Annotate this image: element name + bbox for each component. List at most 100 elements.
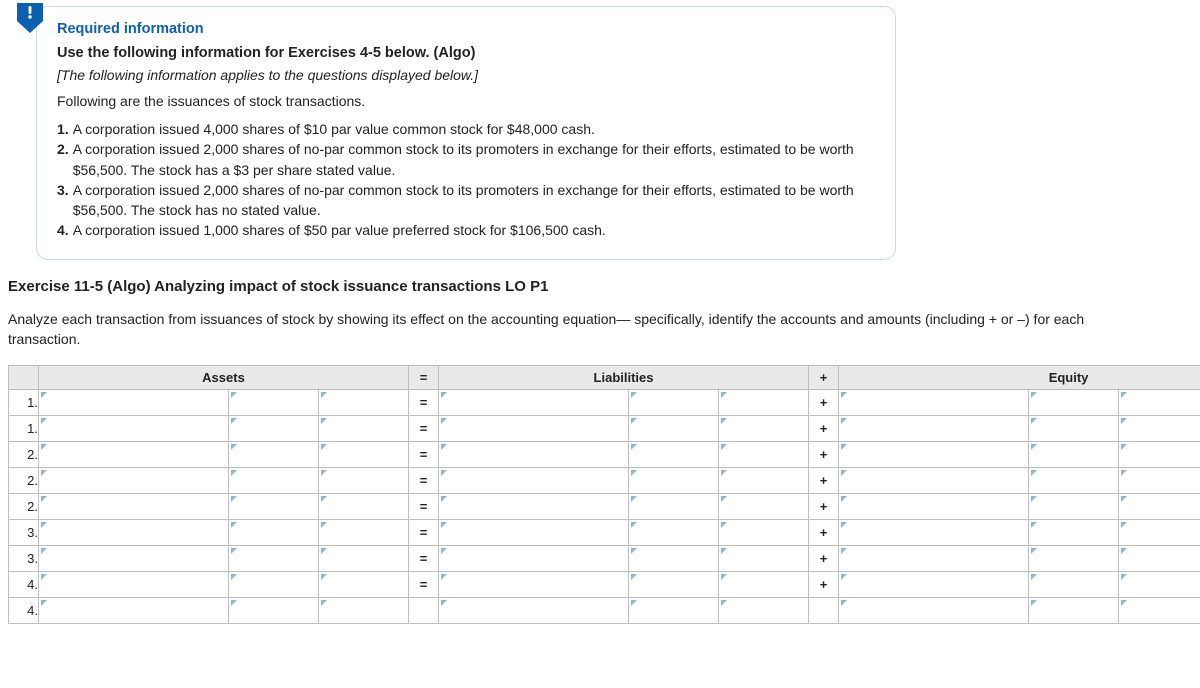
account-dropdown-cell[interactable]: [839, 546, 1029, 572]
account-dropdown-cell[interactable]: [839, 494, 1029, 520]
amount-input-cell[interactable]: [629, 598, 719, 624]
account-dropdown-cell[interactable]: [839, 520, 1029, 546]
account-dropdown-cell[interactable]: [439, 390, 629, 416]
cell-indicator-icon: [841, 574, 847, 580]
amount-input-cell[interactable]: [1119, 598, 1200, 624]
amount-input-cell[interactable]: [229, 598, 319, 624]
account-dropdown-cell[interactable]: [839, 390, 1029, 416]
amount-input-cell[interactable]: [629, 546, 719, 572]
account-dropdown-cell[interactable]: [39, 442, 229, 468]
transactions-list: 1.A corporation issued 4,000 shares of $…: [57, 119, 875, 241]
account-dropdown-cell[interactable]: [39, 494, 229, 520]
amount-input-cell[interactable]: [319, 442, 409, 468]
cell-indicator-icon: [841, 600, 847, 606]
amount-input-cell[interactable]: [1029, 390, 1119, 416]
account-dropdown-cell[interactable]: [439, 572, 629, 598]
amount-input-cell[interactable]: [319, 494, 409, 520]
plus-cell: +: [809, 416, 839, 442]
cell-indicator-icon: [1031, 496, 1037, 502]
account-dropdown-cell[interactable]: [839, 598, 1029, 624]
amount-input-cell[interactable]: [719, 494, 809, 520]
amount-input-cell[interactable]: [1119, 572, 1200, 598]
account-dropdown-cell[interactable]: [839, 572, 1029, 598]
amount-input-cell[interactable]: [229, 520, 319, 546]
account-dropdown-cell[interactable]: [439, 494, 629, 520]
amount-input-cell[interactable]: [719, 520, 809, 546]
amount-input-cell[interactable]: [1119, 520, 1200, 546]
cell-indicator-icon: [1121, 444, 1127, 450]
amount-input-cell[interactable]: [1119, 390, 1200, 416]
cell-indicator-icon: [441, 548, 447, 554]
amount-input-cell[interactable]: [719, 442, 809, 468]
amount-input-cell[interactable]: [1119, 546, 1200, 572]
cell-indicator-icon: [41, 444, 47, 450]
equals-cell: =: [409, 468, 439, 494]
amount-input-cell[interactable]: [229, 390, 319, 416]
account-dropdown-cell[interactable]: [439, 468, 629, 494]
cell-indicator-icon: [721, 496, 727, 502]
amount-input-cell[interactable]: [229, 468, 319, 494]
cell-indicator-icon: [841, 444, 847, 450]
amount-input-cell[interactable]: [229, 442, 319, 468]
amount-input-cell[interactable]: [1029, 546, 1119, 572]
amount-input-cell[interactable]: [719, 572, 809, 598]
amount-input-cell[interactable]: [629, 468, 719, 494]
amount-input-cell[interactable]: [1119, 494, 1200, 520]
amount-input-cell[interactable]: [1029, 520, 1119, 546]
amount-input-cell[interactable]: [629, 390, 719, 416]
amount-input-cell[interactable]: [319, 598, 409, 624]
amount-input-cell[interactable]: [1029, 416, 1119, 442]
amount-input-cell[interactable]: [319, 416, 409, 442]
account-dropdown-cell[interactable]: [39, 390, 229, 416]
amount-input-cell[interactable]: [1029, 442, 1119, 468]
amount-input-cell[interactable]: [719, 390, 809, 416]
amount-input-cell[interactable]: [1029, 598, 1119, 624]
cell-indicator-icon: [231, 444, 237, 450]
amount-input-cell[interactable]: [1119, 442, 1200, 468]
amount-input-cell[interactable]: [229, 546, 319, 572]
amount-input-cell[interactable]: [229, 572, 319, 598]
list-item: 4.A corporation issued 1,000 shares of $…: [57, 220, 875, 240]
amount-input-cell[interactable]: [629, 572, 719, 598]
amount-input-cell[interactable]: [1119, 416, 1200, 442]
account-dropdown-cell[interactable]: [839, 416, 1029, 442]
amount-input-cell[interactable]: [1029, 468, 1119, 494]
account-dropdown-cell[interactable]: [39, 598, 229, 624]
account-dropdown-cell[interactable]: [839, 468, 1029, 494]
amount-input-cell[interactable]: [629, 520, 719, 546]
cell-indicator-icon: [231, 522, 237, 528]
amount-input-cell[interactable]: [629, 494, 719, 520]
account-dropdown-cell[interactable]: [39, 416, 229, 442]
account-dropdown-cell[interactable]: [439, 442, 629, 468]
amount-input-cell[interactable]: [229, 416, 319, 442]
account-dropdown-cell[interactable]: [39, 572, 229, 598]
amount-input-cell[interactable]: [319, 520, 409, 546]
account-dropdown-cell[interactable]: [39, 546, 229, 572]
applies-note: [The following information applies to th…: [57, 67, 875, 83]
account-dropdown-cell[interactable]: [839, 442, 1029, 468]
amount-input-cell[interactable]: [319, 546, 409, 572]
amount-input-cell[interactable]: [629, 416, 719, 442]
account-dropdown-cell[interactable]: [439, 520, 629, 546]
required-title: Required information: [57, 21, 875, 37]
amount-input-cell[interactable]: [1029, 494, 1119, 520]
amount-input-cell[interactable]: [319, 390, 409, 416]
amount-input-cell[interactable]: [319, 468, 409, 494]
amount-input-cell[interactable]: [719, 598, 809, 624]
amount-input-cell[interactable]: [719, 416, 809, 442]
amount-input-cell[interactable]: [629, 442, 719, 468]
amount-input-cell[interactable]: [229, 494, 319, 520]
amount-input-cell[interactable]: [719, 468, 809, 494]
amount-input-cell[interactable]: [1029, 572, 1119, 598]
cell-indicator-icon: [231, 600, 237, 606]
cell-indicator-icon: [841, 548, 847, 554]
amount-input-cell[interactable]: [319, 572, 409, 598]
account-dropdown-cell[interactable]: [39, 520, 229, 546]
account-dropdown-cell[interactable]: [439, 598, 629, 624]
amount-input-cell[interactable]: [719, 546, 809, 572]
account-dropdown-cell[interactable]: [439, 546, 629, 572]
account-dropdown-cell[interactable]: [439, 416, 629, 442]
account-dropdown-cell[interactable]: [39, 468, 229, 494]
amount-input-cell[interactable]: [1119, 468, 1200, 494]
cell-indicator-icon: [321, 600, 327, 606]
